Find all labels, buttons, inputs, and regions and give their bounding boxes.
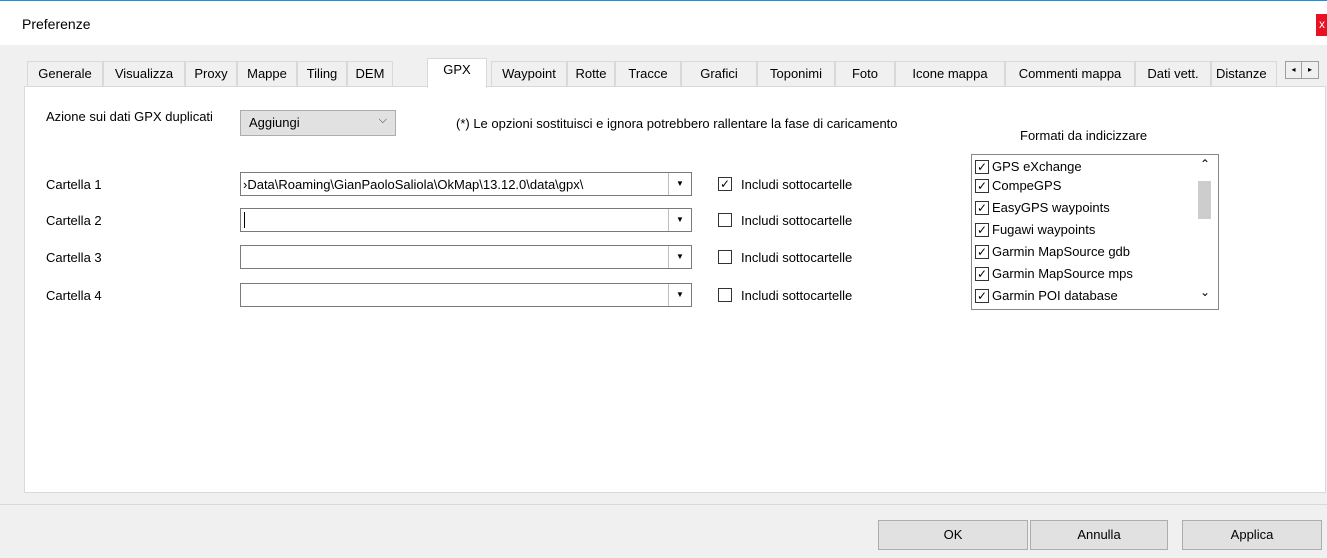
tab-grafici[interactable]: Grafici xyxy=(681,61,757,86)
folder-2-include-label: Includi sottocartelle xyxy=(741,213,853,228)
loading-note: (*) Le opzioni sostituisci e ignora potr… xyxy=(456,116,898,131)
tab-scroll-buttons: ◂ ▸ xyxy=(1285,61,1319,79)
folder-3-label: Cartella 3 xyxy=(46,250,102,265)
format-checkbox[interactable]: ✓ xyxy=(975,179,989,193)
format-checkbox[interactable]: ✓ xyxy=(975,289,989,303)
folder-3-combo[interactable]: ▼ xyxy=(240,245,692,269)
tab-generale[interactable]: Generale xyxy=(27,61,103,86)
scroll-up-icon[interactable]: ⌃ xyxy=(1200,157,1210,171)
tab-gpx[interactable]: GPX xyxy=(427,58,487,88)
tab-tracce[interactable]: Tracce xyxy=(615,61,681,86)
tab-dem[interactable]: DEM xyxy=(347,61,393,86)
tab-foto[interactable]: Foto xyxy=(835,61,895,86)
dropdown-arrow-icon[interactable]: ▼ xyxy=(668,246,691,268)
tab-scroll-right-icon[interactable]: ▸ xyxy=(1302,62,1318,78)
folder-3-include-label: Includi sottocartelle xyxy=(741,250,853,265)
folder-1-label: Cartella 1 xyxy=(46,177,102,192)
tab-mappe[interactable]: Mappe xyxy=(237,61,297,86)
tab-tiling[interactable]: Tiling xyxy=(297,61,347,86)
format-checkbox[interactable]: ✓ xyxy=(975,160,989,174)
dropdown-arrow-icon[interactable]: ▼ xyxy=(668,284,691,306)
folder-1-include-checkbox[interactable]: ✓ xyxy=(718,177,732,191)
close-button[interactable]: x xyxy=(1316,14,1327,36)
tab-waypoint[interactable]: Waypoint xyxy=(491,61,567,86)
format-checkbox[interactable]: ✓ xyxy=(975,245,989,259)
folder-1-value: ›Data\Roaming\GianPaoloSaliola\OkMap\13.… xyxy=(243,177,584,192)
cancel-button[interactable]: Annulla xyxy=(1030,520,1168,550)
folder-4-include-label: Includi sottocartelle xyxy=(741,288,853,303)
folder-4-label: Cartella 4 xyxy=(46,288,102,303)
apply-button[interactable]: Applica xyxy=(1182,520,1322,550)
folder-4-combo[interactable]: ▼ xyxy=(240,283,692,307)
tab-proxy[interactable]: Proxy xyxy=(185,61,237,86)
ok-button[interactable]: OK xyxy=(878,520,1028,550)
tab-distanze[interactable]: Distanze xyxy=(1211,61,1277,86)
scroll-down-icon[interactable]: ⌄ xyxy=(1200,285,1210,299)
folder-3-include-checkbox[interactable] xyxy=(718,250,732,264)
duplicate-action-select[interactable]: Aggiungi ⌵ xyxy=(240,110,396,136)
format-checkbox[interactable]: ✓ xyxy=(975,201,989,215)
chevron-down-icon: ⌵ xyxy=(378,114,387,126)
tab-rotte[interactable]: Rotte xyxy=(567,61,615,86)
tab-commenti-mappa[interactable]: Commenti mappa xyxy=(1005,61,1135,86)
folder-2-label: Cartella 2 xyxy=(46,213,102,228)
scrollbar-thumb[interactable] xyxy=(1198,181,1211,219)
tab-toponimi[interactable]: Toponimi xyxy=(757,61,835,86)
formats-scrollbar[interactable]: ⌃ ⌄ xyxy=(1195,155,1217,309)
tab-scroll-left-icon[interactable]: ◂ xyxy=(1286,62,1302,78)
title-bar xyxy=(0,0,1327,45)
format-checkbox[interactable]: ✓ xyxy=(975,223,989,237)
duplicate-action-value: Aggiungi xyxy=(249,115,300,130)
folder-4-include-checkbox[interactable] xyxy=(718,288,732,302)
window-title: Preferenze xyxy=(22,16,91,32)
formats-label: Formati da indicizzare xyxy=(1020,128,1148,143)
formats-list[interactable]: ✓ GPS eXchange ✓ CompeGPS ✓ EasyGPS wayp… xyxy=(971,154,1219,310)
tab-icone-mappa[interactable]: Icone mappa xyxy=(895,61,1005,86)
dropdown-arrow-icon[interactable]: ▼ xyxy=(668,209,691,231)
folder-2-combo[interactable]: ▼ xyxy=(240,208,692,232)
duplicate-action-label: Azione sui dati GPX duplicati xyxy=(46,109,213,124)
folder-1-combo[interactable]: ›Data\Roaming\GianPaoloSaliola\OkMap\13.… xyxy=(240,172,692,196)
format-checkbox[interactable]: ✓ xyxy=(975,267,989,281)
dropdown-arrow-icon[interactable]: ▼ xyxy=(668,173,691,195)
folder-2-include-checkbox[interactable] xyxy=(718,213,732,227)
text-caret xyxy=(244,212,245,228)
folder-1-include-label: Includi sottocartelle xyxy=(741,177,853,192)
tab-dati-vett[interactable]: Dati vett. xyxy=(1135,61,1211,86)
tab-visualizza[interactable]: Visualizza xyxy=(103,61,185,86)
